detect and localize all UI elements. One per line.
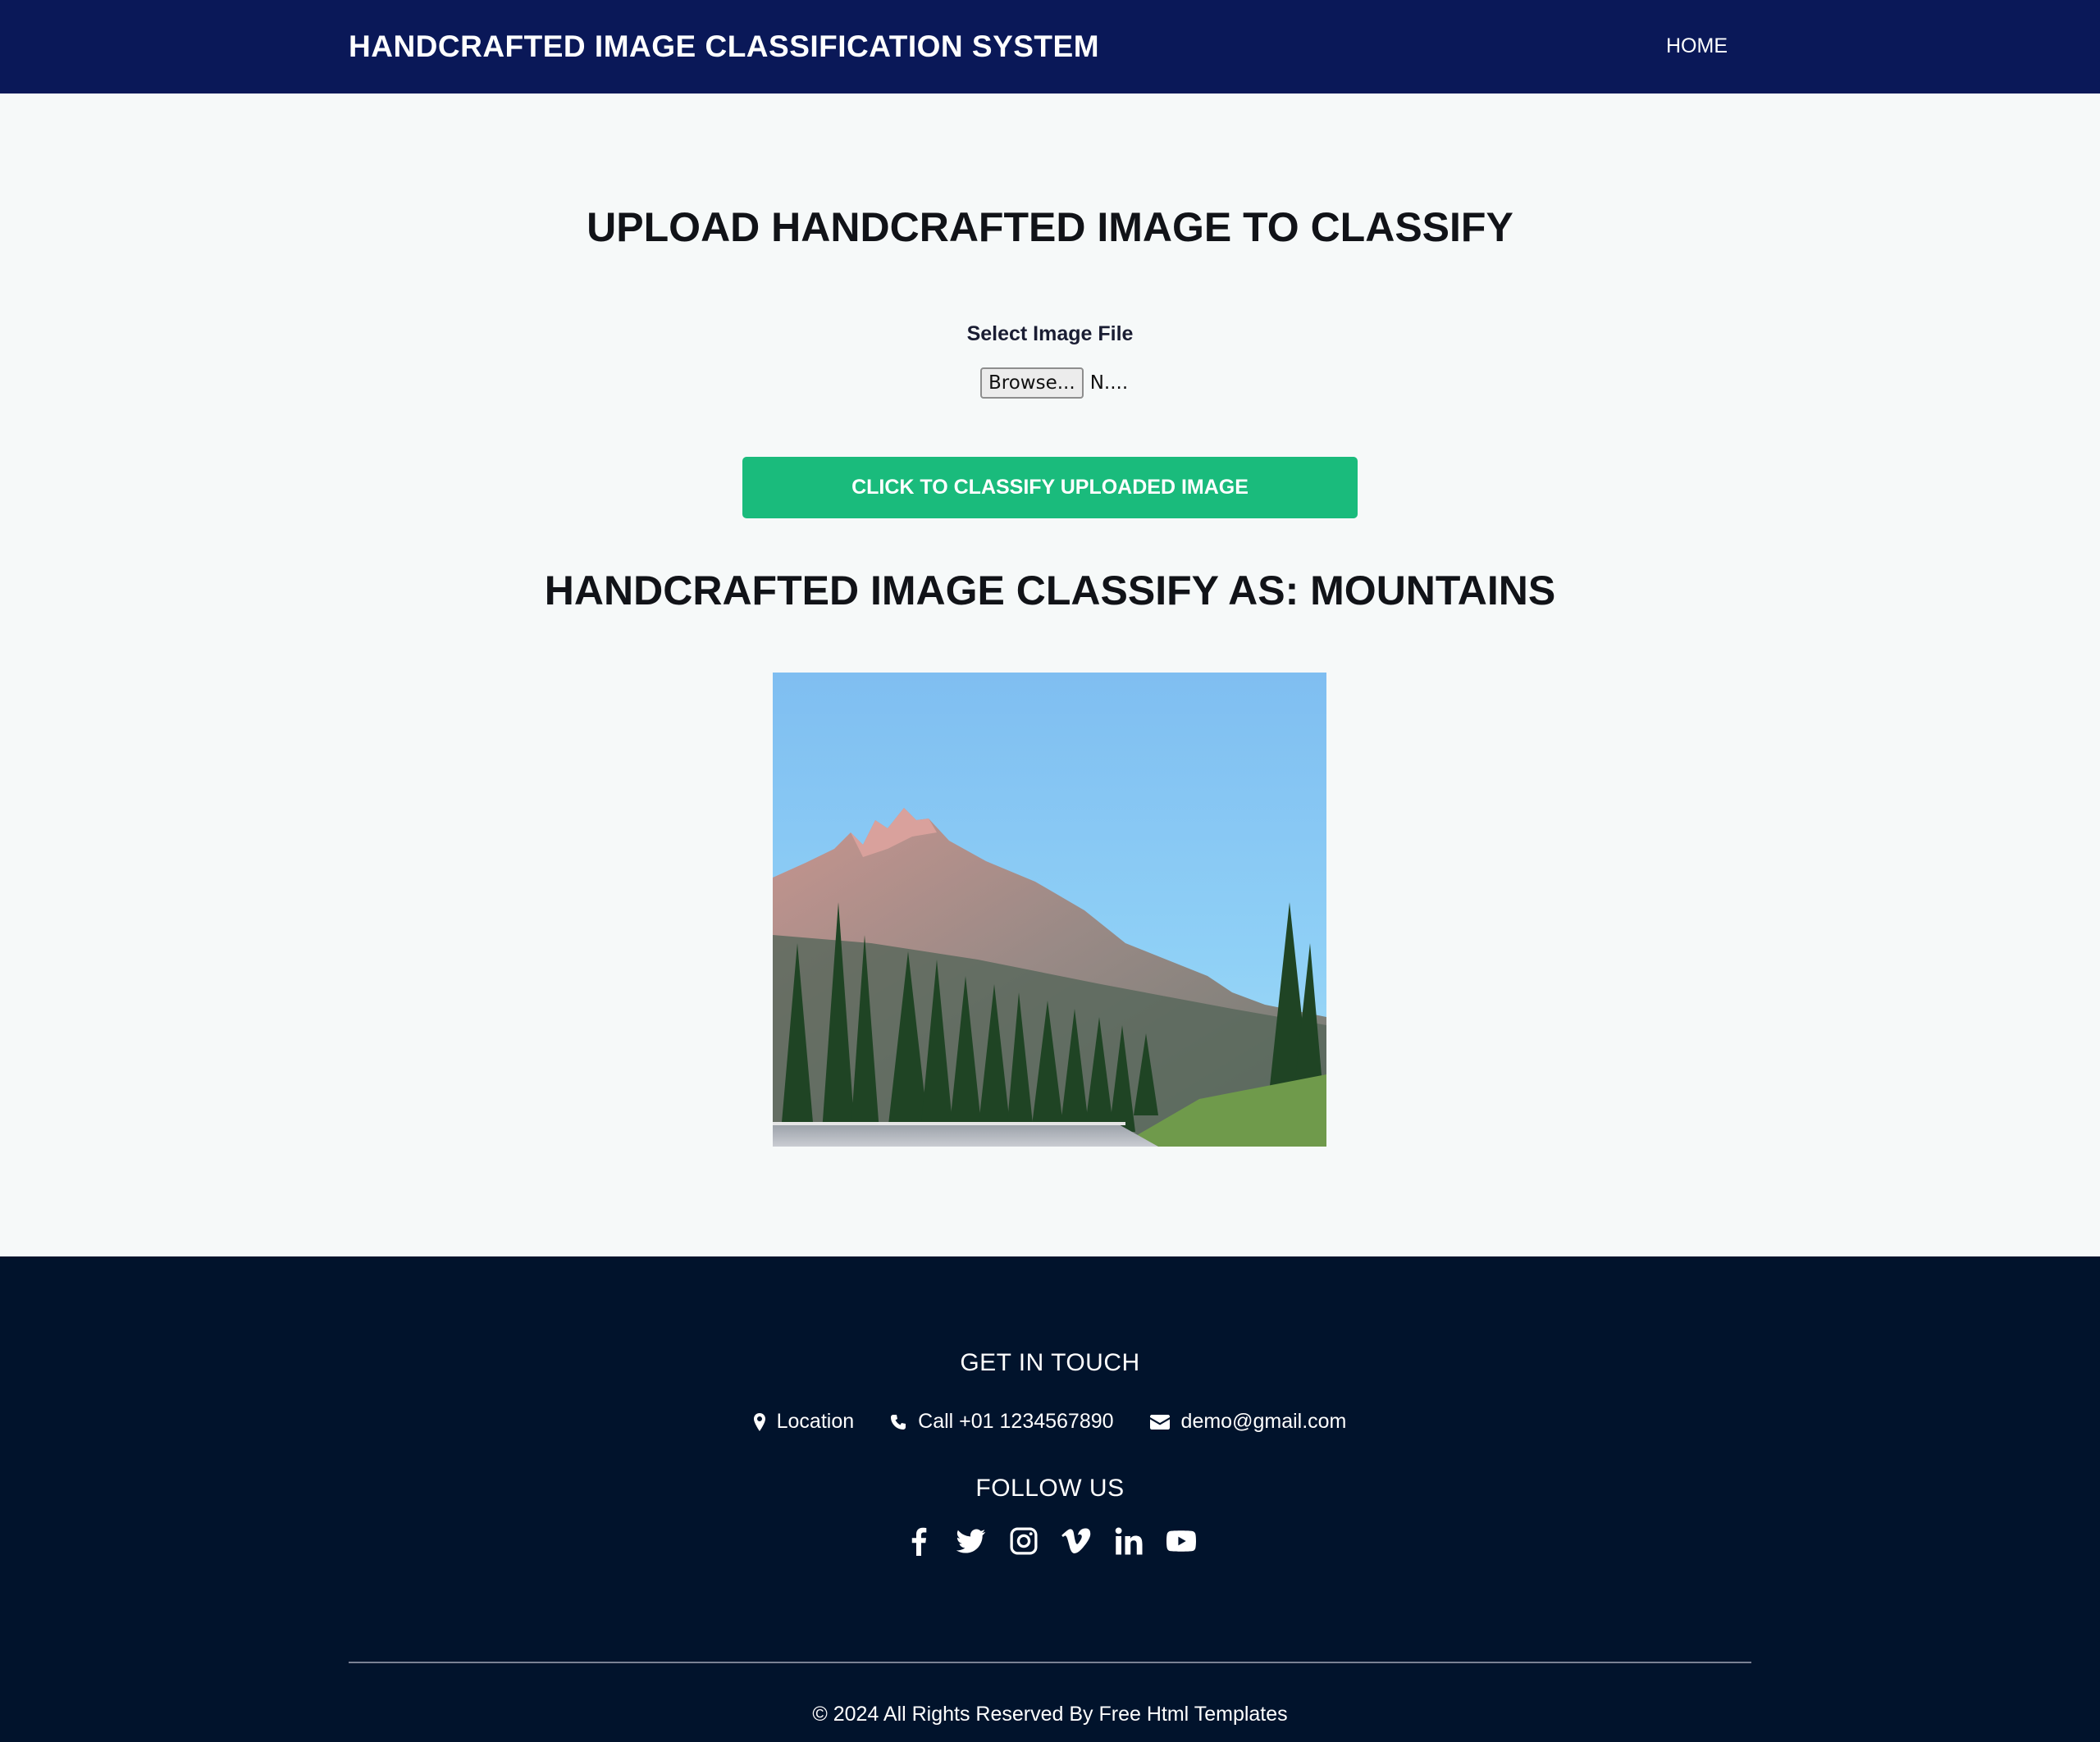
browse-button[interactable]: Browse... xyxy=(980,367,1084,399)
map-marker-icon xyxy=(753,1412,765,1431)
contact-location-label: Location xyxy=(776,1410,855,1433)
vimeo-link[interactable] xyxy=(1061,1525,1091,1557)
copyright-text: © 2024 All Rights Reserved By Free Html … xyxy=(812,1703,1288,1726)
contact-email-label: demo@gmail.com xyxy=(1180,1410,1347,1433)
instagram-link[interactable] xyxy=(1009,1525,1039,1557)
main-content: UPLOAD HANDCRAFTED IMAGE TO CLASSIFY Sel… xyxy=(0,93,2100,1256)
file-label: Select Image File xyxy=(966,322,1134,345)
file-input[interactable]: Browse... N.... xyxy=(980,367,1128,399)
footer: GET IN TOUCH Location Call +01 123456789… xyxy=(0,1256,2100,1742)
upload-title: UPLOAD HANDCRAFTED IMAGE TO CLASSIFY xyxy=(587,204,1513,250)
navbar: HANDCRAFTED IMAGE CLASSIFICATION SYSTEM … xyxy=(0,0,2100,93)
site-brand[interactable]: HANDCRAFTED IMAGE CLASSIFICATION SYSTEM xyxy=(349,30,1099,64)
facebook-icon xyxy=(911,1527,927,1556)
contact-phone[interactable]: Call +01 1234567890 xyxy=(890,1410,1114,1434)
youtube-icon xyxy=(1166,1530,1196,1552)
footer-divider xyxy=(349,1662,1751,1663)
get-in-touch-heading: GET IN TOUCH xyxy=(960,1349,1140,1376)
phone-icon xyxy=(891,1414,906,1430)
youtube-link[interactable] xyxy=(1166,1525,1196,1557)
instagram-icon xyxy=(1010,1527,1038,1555)
linkedin-link[interactable] xyxy=(1114,1525,1144,1557)
contact-email[interactable]: demo@gmail.com xyxy=(1149,1410,1347,1434)
nav-home-link[interactable]: HOME xyxy=(1666,34,1728,58)
contact-location[interactable]: Location xyxy=(753,1410,855,1434)
contact-list: Location Call +01 1234567890 demo@gmail.… xyxy=(0,1410,2100,1434)
selected-file-name: N.... xyxy=(1089,372,1129,394)
twitter-link[interactable] xyxy=(956,1525,986,1557)
classification-result: HANDCRAFTED IMAGE CLASSIFY AS: MOUNTAINS xyxy=(544,568,1556,613)
social-links xyxy=(0,1525,2100,1557)
linkedin-icon xyxy=(1115,1527,1143,1555)
envelope-icon xyxy=(1149,1414,1170,1430)
classify-button[interactable]: CLICK TO CLASSIFY UPLOADED IMAGE xyxy=(742,457,1358,518)
vimeo-icon xyxy=(1061,1528,1091,1553)
twitter-icon xyxy=(956,1529,986,1553)
facebook-link[interactable] xyxy=(904,1525,934,1557)
follow-us-heading: FOLLOW US xyxy=(975,1475,1125,1502)
uploaded-image xyxy=(773,673,1326,1147)
contact-phone-label: Call +01 1234567890 xyxy=(918,1410,1114,1433)
